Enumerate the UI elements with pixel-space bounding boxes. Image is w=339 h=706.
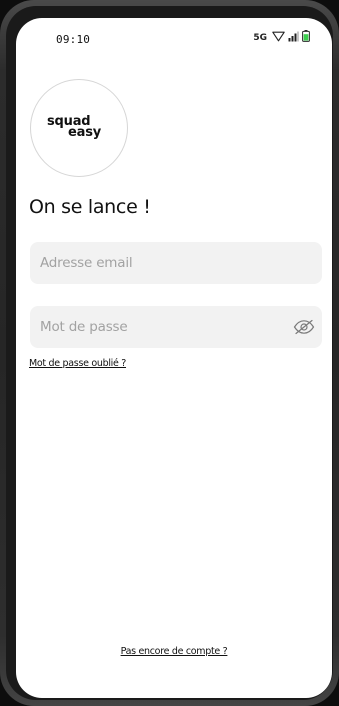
password-visibility-toggle[interactable] bbox=[292, 315, 316, 339]
email-input[interactable] bbox=[30, 242, 322, 284]
app-screen: 09:10 5G squad easy On se lance ! Adress… bbox=[16, 18, 332, 698]
signup-container: Pas encore de compte ? bbox=[16, 646, 332, 657]
status-icons: 5G bbox=[253, 29, 310, 47]
email-field-container bbox=[30, 242, 322, 284]
page-title: On se lance ! bbox=[29, 196, 151, 218]
signup-link[interactable]: Pas encore de compte ? bbox=[121, 646, 228, 657]
status-bar: 09:10 5G bbox=[16, 18, 332, 62]
brand-logo: squad easy bbox=[30, 79, 128, 177]
status-time: 09:10 bbox=[56, 33, 91, 46]
forgot-password-link[interactable]: Mot de passe oublié ? bbox=[29, 358, 126, 369]
signal-icon bbox=[288, 29, 299, 47]
battery-icon bbox=[302, 29, 310, 47]
brand-logo-text: squad easy bbox=[47, 115, 101, 139]
network-type: 5G bbox=[253, 33, 267, 43]
eye-off-icon bbox=[293, 319, 315, 335]
password-field-container bbox=[30, 306, 322, 348]
password-input[interactable] bbox=[30, 306, 322, 348]
wifi-icon bbox=[272, 29, 285, 47]
